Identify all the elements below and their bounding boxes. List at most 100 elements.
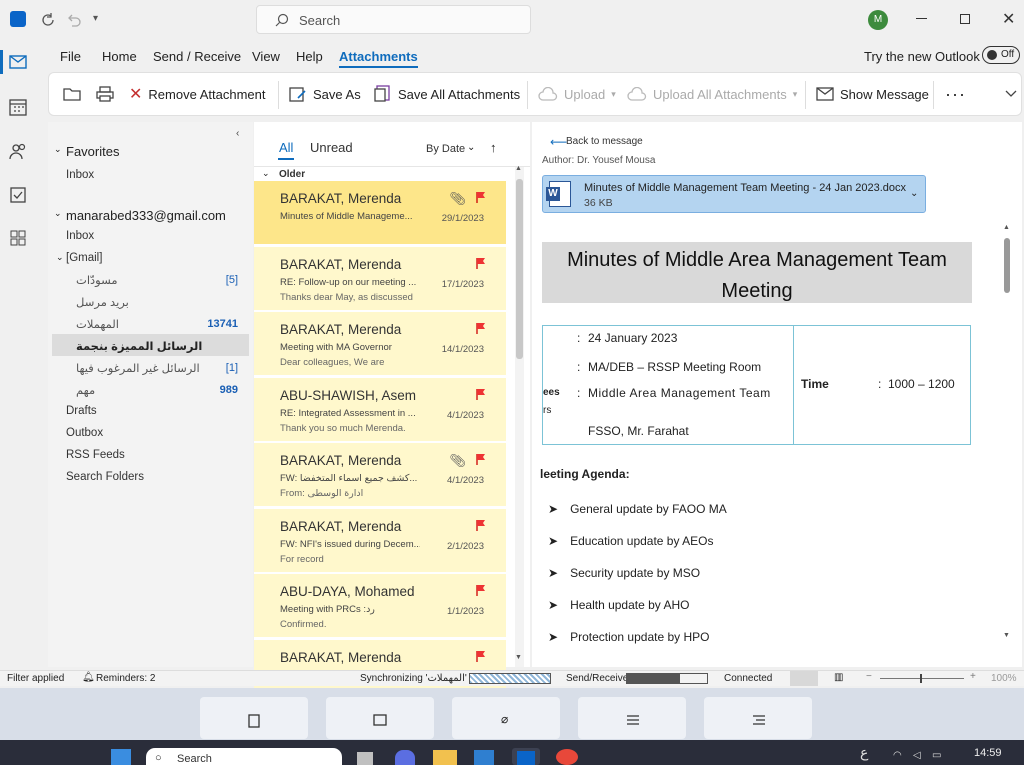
- battery-icon[interactable]: ▭: [932, 750, 941, 761]
- customize-qat-icon[interactable]: ▾: [93, 13, 98, 24]
- zoom-in-icon[interactable]: +: [970, 671, 976, 682]
- scroll-down-icon[interactable]: ▼: [515, 654, 522, 661]
- show-message-button[interactable]: Show Message: [816, 73, 929, 115]
- clock-time[interactable]: 14:59: [974, 747, 1002, 759]
- tasks-icon[interactable]: [10, 185, 26, 203]
- print-button[interactable]: [96, 73, 114, 115]
- favorites-header[interactable]: Favorites: [66, 144, 119, 159]
- list-item[interactable]: BARAKAT, Merenda RE: Follow-up on our mee…: [254, 246, 506, 311]
- taskbar-preview-tile[interactable]: [578, 697, 686, 739]
- folder-gmail-starred[interactable]: الرسائل المميزة بنجمة: [52, 334, 249, 356]
- flag-icon[interactable]: [476, 322, 486, 334]
- reminders-label[interactable]: Reminders: 2: [96, 673, 155, 684]
- taskbar-preview-tile[interactable]: [704, 697, 812, 739]
- chevron-down-icon[interactable]: ⌄: [54, 208, 62, 219]
- new-outlook-toggle[interactable]: Off: [982, 46, 1020, 64]
- scroll-up-icon[interactable]: ▲: [1003, 224, 1010, 231]
- sort-direction-icon[interactable]: ↑: [490, 140, 497, 155]
- list-item[interactable]: ABU-SHAWISH, Asem RE: Integrated Assessme…: [254, 377, 506, 442]
- folder-rss-feeds[interactable]: RSS Feeds: [66, 449, 125, 461]
- language-indicator[interactable]: ع: [860, 744, 868, 761]
- chevron-down-icon[interactable]: ⌄: [56, 252, 64, 263]
- favorite-inbox[interactable]: Inbox: [66, 169, 94, 181]
- teams-icon[interactable]: [395, 750, 415, 765]
- zoom-slider[interactable]: [880, 674, 964, 683]
- folder-gmail-important[interactable]: مهم 989: [48, 378, 248, 400]
- folder-drafts[interactable]: Drafts: [66, 405, 97, 417]
- folder-gmail-spam[interactable]: الرسائل غير المرغوب فيها [1]: [48, 356, 248, 378]
- vscode-icon[interactable]: [474, 750, 494, 765]
- task-view-icon[interactable]: [357, 752, 373, 765]
- zoom-out-icon[interactable]: −: [866, 671, 872, 682]
- list-item[interactable]: BARAKAT, Merenda Meeting with MA Governor…: [254, 312, 506, 376]
- upload-all-button[interactable]: Upload All Attachments ▾: [627, 73, 797, 115]
- flag-icon[interactable]: [476, 257, 486, 269]
- sync-icon[interactable]: [40, 12, 56, 28]
- remove-attachment-button[interactable]: ✕ Remove Attachment: [129, 73, 265, 115]
- folder-search-folders[interactable]: Search Folders: [66, 471, 144, 483]
- file-explorer-icon[interactable]: [433, 750, 457, 765]
- windows-start-icon[interactable]: [111, 749, 131, 765]
- more-options-icon[interactable]: ···: [945, 73, 966, 115]
- scrollbar-thumb[interactable]: [1004, 238, 1010, 293]
- scrollbar[interactable]: ▲ ▼: [515, 165, 524, 667]
- account-header[interactable]: manarabed333@gmail.com: [66, 208, 226, 223]
- avatar[interactable]: M: [868, 10, 888, 30]
- reading-view-icon[interactable]: ▥: [834, 672, 843, 683]
- attachment-card[interactable]: W Minutes of Middle Management Team Meet…: [542, 175, 926, 213]
- maximize-icon[interactable]: [960, 14, 970, 24]
- list-item[interactable]: ABU-DAYA, Mohamed Meeting with PRCs :رد 1/…: [254, 574, 506, 638]
- folder-gmail-trash[interactable]: المهملات 13741: [48, 312, 248, 334]
- taskbar-preview-tile[interactable]: ⌀: [452, 697, 560, 739]
- doc-scrollbar[interactable]: ▲ ▼: [1002, 222, 1014, 647]
- flag-icon[interactable]: [476, 388, 486, 400]
- list-item[interactable]: BARAKAT, Merenda 📎︎ Minutes of Middle Mana…: [254, 181, 506, 245]
- collapse-pane-icon[interactable]: ‹: [236, 128, 239, 139]
- folder-outbox[interactable]: Outbox: [66, 427, 103, 439]
- chevron-down-icon[interactable]: ⌄: [262, 168, 270, 179]
- people-icon[interactable]: [9, 142, 27, 160]
- close-icon[interactable]: ✕: [1002, 9, 1015, 29]
- save-all-attachments-button[interactable]: Save All Attachments: [374, 73, 520, 115]
- folder-gmail[interactable]: [Gmail]: [66, 252, 102, 264]
- tab-unread[interactable]: Unread: [310, 140, 353, 155]
- flag-icon[interactable]: [476, 191, 486, 203]
- list-item[interactable]: BARAKAT, Merenda 📎︎ FW: كشف جميع اسماء الم…: [254, 443, 506, 507]
- flag-icon[interactable]: [476, 584, 486, 596]
- calendar-icon[interactable]: [9, 98, 27, 116]
- flag-icon[interactable]: [476, 453, 486, 465]
- menu-help[interactable]: Help: [296, 49, 323, 64]
- menu-send-receive[interactable]: Send / Receive: [153, 49, 241, 64]
- back-to-message-link[interactable]: Back to message: [566, 136, 643, 147]
- sort-by-date[interactable]: By Date: [426, 143, 465, 155]
- normal-view-icon[interactable]: [790, 671, 818, 686]
- chrome-icon[interactable]: [556, 749, 578, 765]
- chevron-down-icon[interactable]: ⌄: [910, 188, 918, 199]
- upload-button[interactable]: Upload ▾: [538, 73, 616, 115]
- ribbon-collapse-icon[interactable]: [1005, 73, 1017, 115]
- folder-gmail-drafts[interactable]: مسودّات [5]: [48, 268, 248, 290]
- wifi-icon[interactable]: ◠: [893, 750, 902, 761]
- search-box[interactable]: Search: [256, 5, 531, 34]
- chevron-down-icon[interactable]: ⌄: [54, 144, 62, 155]
- undo-icon[interactable]: [66, 12, 82, 28]
- folder-inbox[interactable]: Inbox: [66, 230, 94, 242]
- flag-icon[interactable]: [476, 519, 486, 531]
- flag-icon[interactable]: [476, 650, 486, 662]
- menu-view[interactable]: View: [252, 49, 280, 64]
- chevron-down-icon[interactable]: ⌄: [467, 142, 475, 153]
- taskbar-preview-tile[interactable]: [200, 697, 308, 739]
- open-button[interactable]: [63, 73, 81, 115]
- list-item[interactable]: BARAKAT, Merenda FW: NFI's issued during …: [254, 508, 506, 573]
- scroll-up-icon[interactable]: ▲: [515, 165, 522, 172]
- folder-gmail-sent[interactable]: بريد مرسل: [48, 290, 248, 312]
- apps-icon[interactable]: [10, 230, 26, 246]
- taskbar-search[interactable]: ○ Search: [146, 748, 342, 765]
- menu-file[interactable]: File: [60, 49, 81, 64]
- outlook-taskbar-icon[interactable]: [512, 748, 540, 765]
- back-arrow-icon[interactable]: ⟵: [550, 135, 567, 149]
- scroll-down-icon[interactable]: ▼: [1003, 632, 1010, 639]
- mail-icon[interactable]: [9, 55, 27, 69]
- menu-home[interactable]: Home: [102, 49, 137, 64]
- speaker-icon[interactable]: ◁: [913, 750, 921, 761]
